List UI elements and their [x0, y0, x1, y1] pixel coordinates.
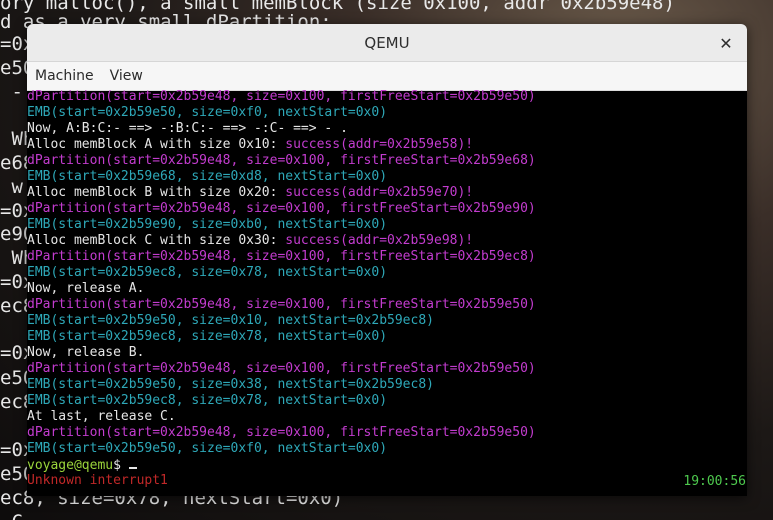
menu-machine[interactable]: Machine [27, 68, 102, 84]
console-line: Alloc memBlock A with size 0x10: success… [27, 137, 473, 153]
console-line: dPartition(start=0x2b59e48, size=0x100, … [27, 153, 536, 169]
console-text: EMB(start=0x2b59ec8, size=0x78, nextStar… [27, 329, 388, 344]
console-text: Alloc memBlock A with size 0x10: [27, 137, 286, 152]
console-text: success(addr=0x2b59e70)! [285, 185, 474, 200]
console-text: dPartition(start=0x2b59e48, size=0x100, … [27, 153, 536, 168]
text-cursor [128, 457, 137, 469]
console-text: EMB(start=0x2b59ec8, size=0x78, nextStar… [27, 393, 388, 408]
console-text: dPartition(start=0x2b59e48, size=0x100, … [27, 249, 536, 264]
console-text: $ [113, 458, 129, 473]
console-text: dPartition(start=0x2b59e48, size=0x100, … [27, 89, 536, 104]
window-title: QEMU [364, 33, 410, 52]
console-line: dPartition(start=0x2b59e48, size=0x100, … [27, 249, 536, 265]
console-line: EMB(start=0x2b59e90, size=0xb0, nextStar… [27, 217, 387, 233]
console-line: Now, A:B:C:- ==> -:B:C:- ==> -:C- ==> - … [27, 121, 348, 137]
console-text: EMB(start=0x2b59e68, size=0xd8, nextStar… [27, 169, 388, 184]
console-line: EMB(start=0x2b59ec8, size=0x78, nextStar… [27, 393, 387, 409]
console-text: Alloc memBlock B with size 0x20: [27, 185, 286, 200]
console-line: EMB(start=0x2b59e50, size=0xf0, nextStar… [27, 441, 387, 457]
console-text: Alloc memBlock C with size 0x30: [27, 233, 286, 248]
console-text: Unknown interrupt1 [27, 473, 168, 488]
console-text: dPartition(start=0x2b59e48, size=0x100, … [27, 297, 536, 312]
console-text: voyage@qemu [27, 458, 114, 473]
window-titlebar[interactable]: QEMU ✕ [27, 24, 747, 62]
console-line: dPartition(start=0x2b59e48, size=0x100, … [27, 201, 536, 217]
console-text: EMB(start=0x2b59e50, size=0xf0, nextStar… [27, 105, 388, 120]
console-line: dPartition(start=0x2b59e48, size=0x100, … [27, 89, 536, 105]
console-line: Now, release B. [27, 345, 144, 361]
close-icon[interactable]: ✕ [715, 32, 737, 54]
console-text: At last, release C. [27, 409, 176, 424]
console-text: success(addr=0x2b59e98)! [285, 233, 474, 248]
menu-bar: Machine View [27, 62, 747, 91]
menu-view[interactable]: View [102, 68, 151, 84]
console-line: Now, release A. [27, 281, 144, 297]
clock-readout: 19:00:56 [683, 474, 746, 489]
console-text: Now, release A. [27, 281, 145, 296]
console-line: Unknown interrupt1 [27, 473, 168, 489]
console-text: EMB(start=0x2b59ec8, size=0x78, nextStar… [27, 265, 388, 280]
vm-screen[interactable]: dPartition(start=0x2b59e48, size=0x100, … [27, 89, 747, 496]
console-line: EMB(start=0x2b59ec8, size=0x78, nextStar… [27, 329, 387, 345]
console-line: Alloc memBlock B with size 0x20: success… [27, 185, 473, 201]
console-text: Now, A:B:C:- ==> -:B:C:- ==> -:C- ==> - … [27, 121, 348, 136]
console-line: EMB(start=0x2b59e50, size=0xf0, nextStar… [27, 105, 387, 121]
console-line: dPartition(start=0x2b59e48, size=0x100, … [27, 361, 536, 377]
console-line: voyage@qemu$ [27, 457, 137, 474]
console-text: EMB(start=0x2b59e90, size=0xb0, nextStar… [27, 217, 388, 232]
console-text: EMB(start=0x2b59e50, size=0xf0, nextStar… [27, 441, 388, 456]
console-text: dPartition(start=0x2b59e48, size=0x100, … [27, 201, 536, 216]
console-line: EMB(start=0x2b59e68, size=0xd8, nextStar… [27, 169, 387, 185]
console-line: Alloc memBlock C with size 0x30: success… [27, 233, 473, 249]
console-text: EMB(start=0x2b59e50, size=0x10, nextStar… [27, 313, 434, 328]
console-text: Now, release B. [27, 345, 145, 360]
background-terminal-line: C [0, 510, 22, 520]
qemu-window: QEMU ✕ Machine View dPartition(start=0x2… [27, 24, 747, 496]
console-line: EMB(start=0x2b59e50, size=0x10, nextStar… [27, 313, 434, 329]
console-line: At last, release C. [27, 409, 176, 425]
console-text: dPartition(start=0x2b59e48, size=0x100, … [27, 361, 536, 376]
console-text: EMB(start=0x2b59e50, size=0x38, nextStar… [27, 377, 434, 392]
console-line: EMB(start=0x2b59e50, size=0x38, nextStar… [27, 377, 434, 393]
console-text: success(addr=0x2b59e58)! [285, 137, 474, 152]
console-text: dPartition(start=0x2b59e48, size=0x100, … [27, 425, 536, 440]
console-line: dPartition(start=0x2b59e48, size=0x100, … [27, 425, 536, 441]
console-line: EMB(start=0x2b59ec8, size=0x78, nextStar… [27, 265, 387, 281]
console-line: dPartition(start=0x2b59e48, size=0x100, … [27, 297, 536, 313]
